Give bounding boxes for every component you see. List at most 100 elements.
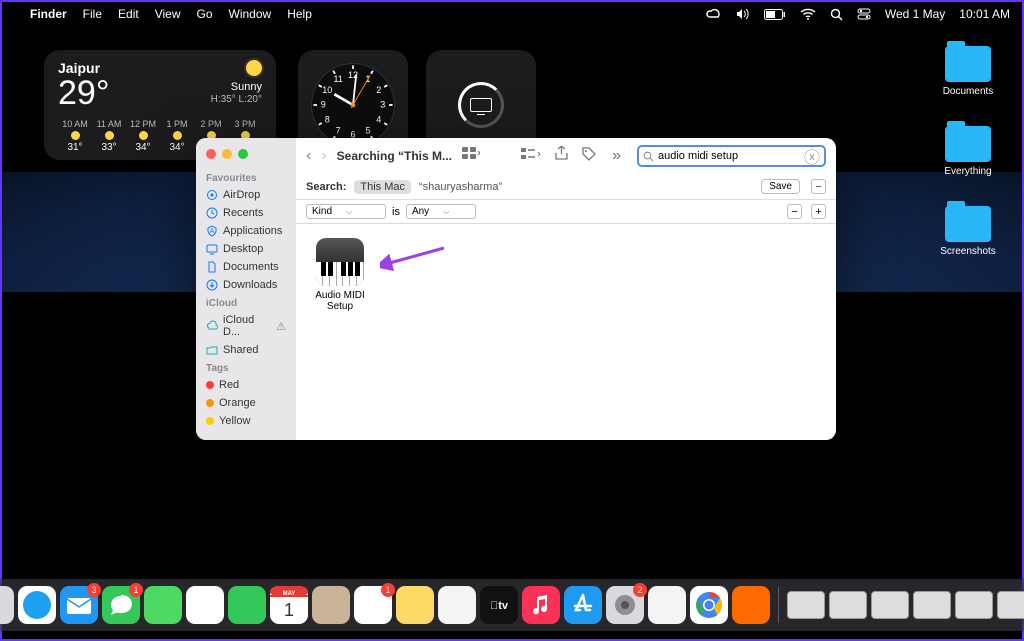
sidebar-section-tags: Tags	[196, 359, 296, 376]
dock-minimized-window-4[interactable]	[913, 586, 951, 624]
dock: 31MAY11tv2	[0, 579, 1024, 631]
window-close-button[interactable]	[206, 149, 216, 159]
nav-back-button[interactable]: ‹	[306, 147, 311, 165]
result-audio-midi-setup[interactable]: Audio MIDI Setup	[310, 238, 370, 312]
nav-forward-button[interactable]: ›	[321, 147, 326, 165]
filter-add-button[interactable]: +	[811, 204, 826, 219]
clear-search-button[interactable]: ⓧ	[804, 144, 820, 168]
sidebar-item-icloud-1[interactable]: Shared	[196, 341, 296, 359]
dock-slack[interactable]	[648, 586, 686, 624]
desktop-folder-screenshots[interactable]: Screenshots	[934, 206, 1002, 257]
search-scope-bar: Search: This Mac “shauryasharma” Save −	[296, 174, 836, 200]
search-filter-bar: Kind is Any − +	[296, 200, 836, 224]
dock-mail[interactable]: 3	[60, 586, 98, 624]
search-results: Audio MIDI Setup	[296, 224, 836, 440]
filter-remove-button[interactable]: −	[787, 204, 802, 219]
filter-attribute-select[interactable]: Kind	[306, 204, 386, 219]
search-field[interactable]: ⓧ	[637, 145, 826, 167]
dock-chrome[interactable]	[690, 586, 728, 624]
spotlight-icon[interactable]	[830, 8, 843, 21]
annotation-arrow-icon	[380, 242, 450, 272]
folder-icon	[945, 126, 991, 162]
sidebar-section-icloud: iCloud	[196, 294, 296, 311]
weather-hour: 11 AM33°	[92, 119, 126, 153]
sidebar-item-downloads[interactable]: Downloads	[196, 276, 296, 294]
save-search-button[interactable]: Save	[761, 179, 800, 194]
svg-text:tv: tv	[490, 600, 509, 612]
search-input[interactable]	[658, 150, 800, 162]
dock-snagit[interactable]	[732, 586, 770, 624]
desktop-folder-everything[interactable]: Everything	[934, 126, 1002, 177]
group-button[interactable]	[521, 147, 541, 166]
window-title: Searching “This M...	[337, 149, 452, 163]
weather-hour: 10 AM31°	[58, 119, 92, 153]
sidebar-tag-red[interactable]: Red	[196, 376, 296, 394]
dock-reminders[interactable]: 1	[354, 586, 392, 624]
dock-contacts[interactable]	[312, 586, 350, 624]
sidebar-tag-orange[interactable]: Orange	[196, 394, 296, 412]
dock-music[interactable]	[522, 586, 560, 624]
volume-icon[interactable]	[736, 8, 750, 20]
menu-view[interactable]: View	[155, 7, 181, 21]
control-center-icon[interactable]	[857, 8, 871, 20]
svg-text:9: 9	[321, 100, 326, 110]
sidebar-item-documents[interactable]: Documents	[196, 258, 296, 276]
creative-cloud-icon[interactable]	[706, 8, 722, 20]
dock-settings[interactable]: 2	[606, 586, 644, 624]
menu-edit[interactable]: Edit	[118, 7, 139, 21]
scope-this-mac[interactable]: This Mac	[354, 180, 411, 194]
battery-icon[interactable]	[764, 9, 786, 20]
scope-user[interactable]: “shauryasharma”	[419, 181, 502, 193]
app-menu[interactable]: Finder	[30, 7, 67, 21]
sidebar-item-recents[interactable]: Recents	[196, 204, 296, 222]
filter-value-select[interactable]: Any	[406, 204, 476, 219]
svg-text:11: 11	[333, 74, 342, 84]
dock-messages[interactable]: 1	[102, 586, 140, 624]
svg-text:3: 3	[380, 100, 385, 110]
weather-hour: 1 PM34°	[160, 119, 194, 153]
finder-toolbar: ‹ › Searching “This M... » ⓧ	[296, 138, 836, 174]
wifi-icon[interactable]	[800, 8, 816, 20]
menu-go[interactable]: Go	[197, 7, 213, 21]
dock-facetime[interactable]	[228, 586, 266, 624]
window-zoom-button[interactable]	[238, 149, 248, 159]
dock-launchpad[interactable]	[0, 586, 14, 624]
folder-icon	[945, 206, 991, 242]
desktop-folder-documents[interactable]: Documents	[934, 46, 1002, 97]
sidebar-item-icloud-0[interactable]: iCloud D...⚠︎	[196, 311, 296, 341]
toolbar-overflow-button[interactable]: »	[612, 147, 621, 165]
menu-window[interactable]: Window	[229, 7, 272, 21]
svg-text:4: 4	[376, 115, 381, 125]
sidebar-item-applications[interactable]: AApplications	[196, 222, 296, 240]
dock-minimized-window-1[interactable]	[787, 586, 825, 624]
sun-icon	[246, 60, 262, 76]
remove-filter-button[interactable]: −	[811, 179, 826, 194]
dock-freeform[interactable]	[438, 586, 476, 624]
dock-tv[interactable]: tv	[480, 586, 518, 624]
dock-minimized-window-5[interactable]	[955, 586, 993, 624]
dock-safari[interactable]	[18, 586, 56, 624]
menu-file[interactable]: File	[83, 7, 102, 21]
dock-minimized-window-6[interactable]	[997, 586, 1024, 624]
menu-date[interactable]: Wed 1 May	[885, 7, 945, 21]
svg-text:2: 2	[376, 85, 381, 95]
sidebar-tag-yellow[interactable]: Yellow	[196, 412, 296, 430]
dock-maps[interactable]	[144, 586, 182, 624]
dock-appstore[interactable]	[564, 586, 602, 624]
dock-notes[interactable]	[396, 586, 434, 624]
menu-help[interactable]: Help	[287, 7, 312, 21]
sidebar-item-desktop[interactable]: Desktop	[196, 240, 296, 258]
share-button[interactable]	[555, 146, 568, 166]
dock-minimized-window-2[interactable]	[829, 586, 867, 624]
tags-button[interactable]	[582, 147, 596, 166]
search-label: Search:	[306, 181, 346, 193]
filter-op: is	[392, 206, 400, 218]
view-icons-button[interactable]	[462, 147, 480, 166]
sidebar-item-airdrop[interactable]: AirDrop	[196, 186, 296, 204]
dock-minimized-window-3[interactable]	[871, 586, 909, 624]
dock-photos[interactable]	[186, 586, 224, 624]
window-minimize-button[interactable]	[222, 149, 232, 159]
svg-text:1: 1	[284, 600, 294, 620]
menu-time[interactable]: 10:01 AM	[959, 7, 1010, 21]
dock-calendar[interactable]: MAY1	[270, 586, 308, 624]
